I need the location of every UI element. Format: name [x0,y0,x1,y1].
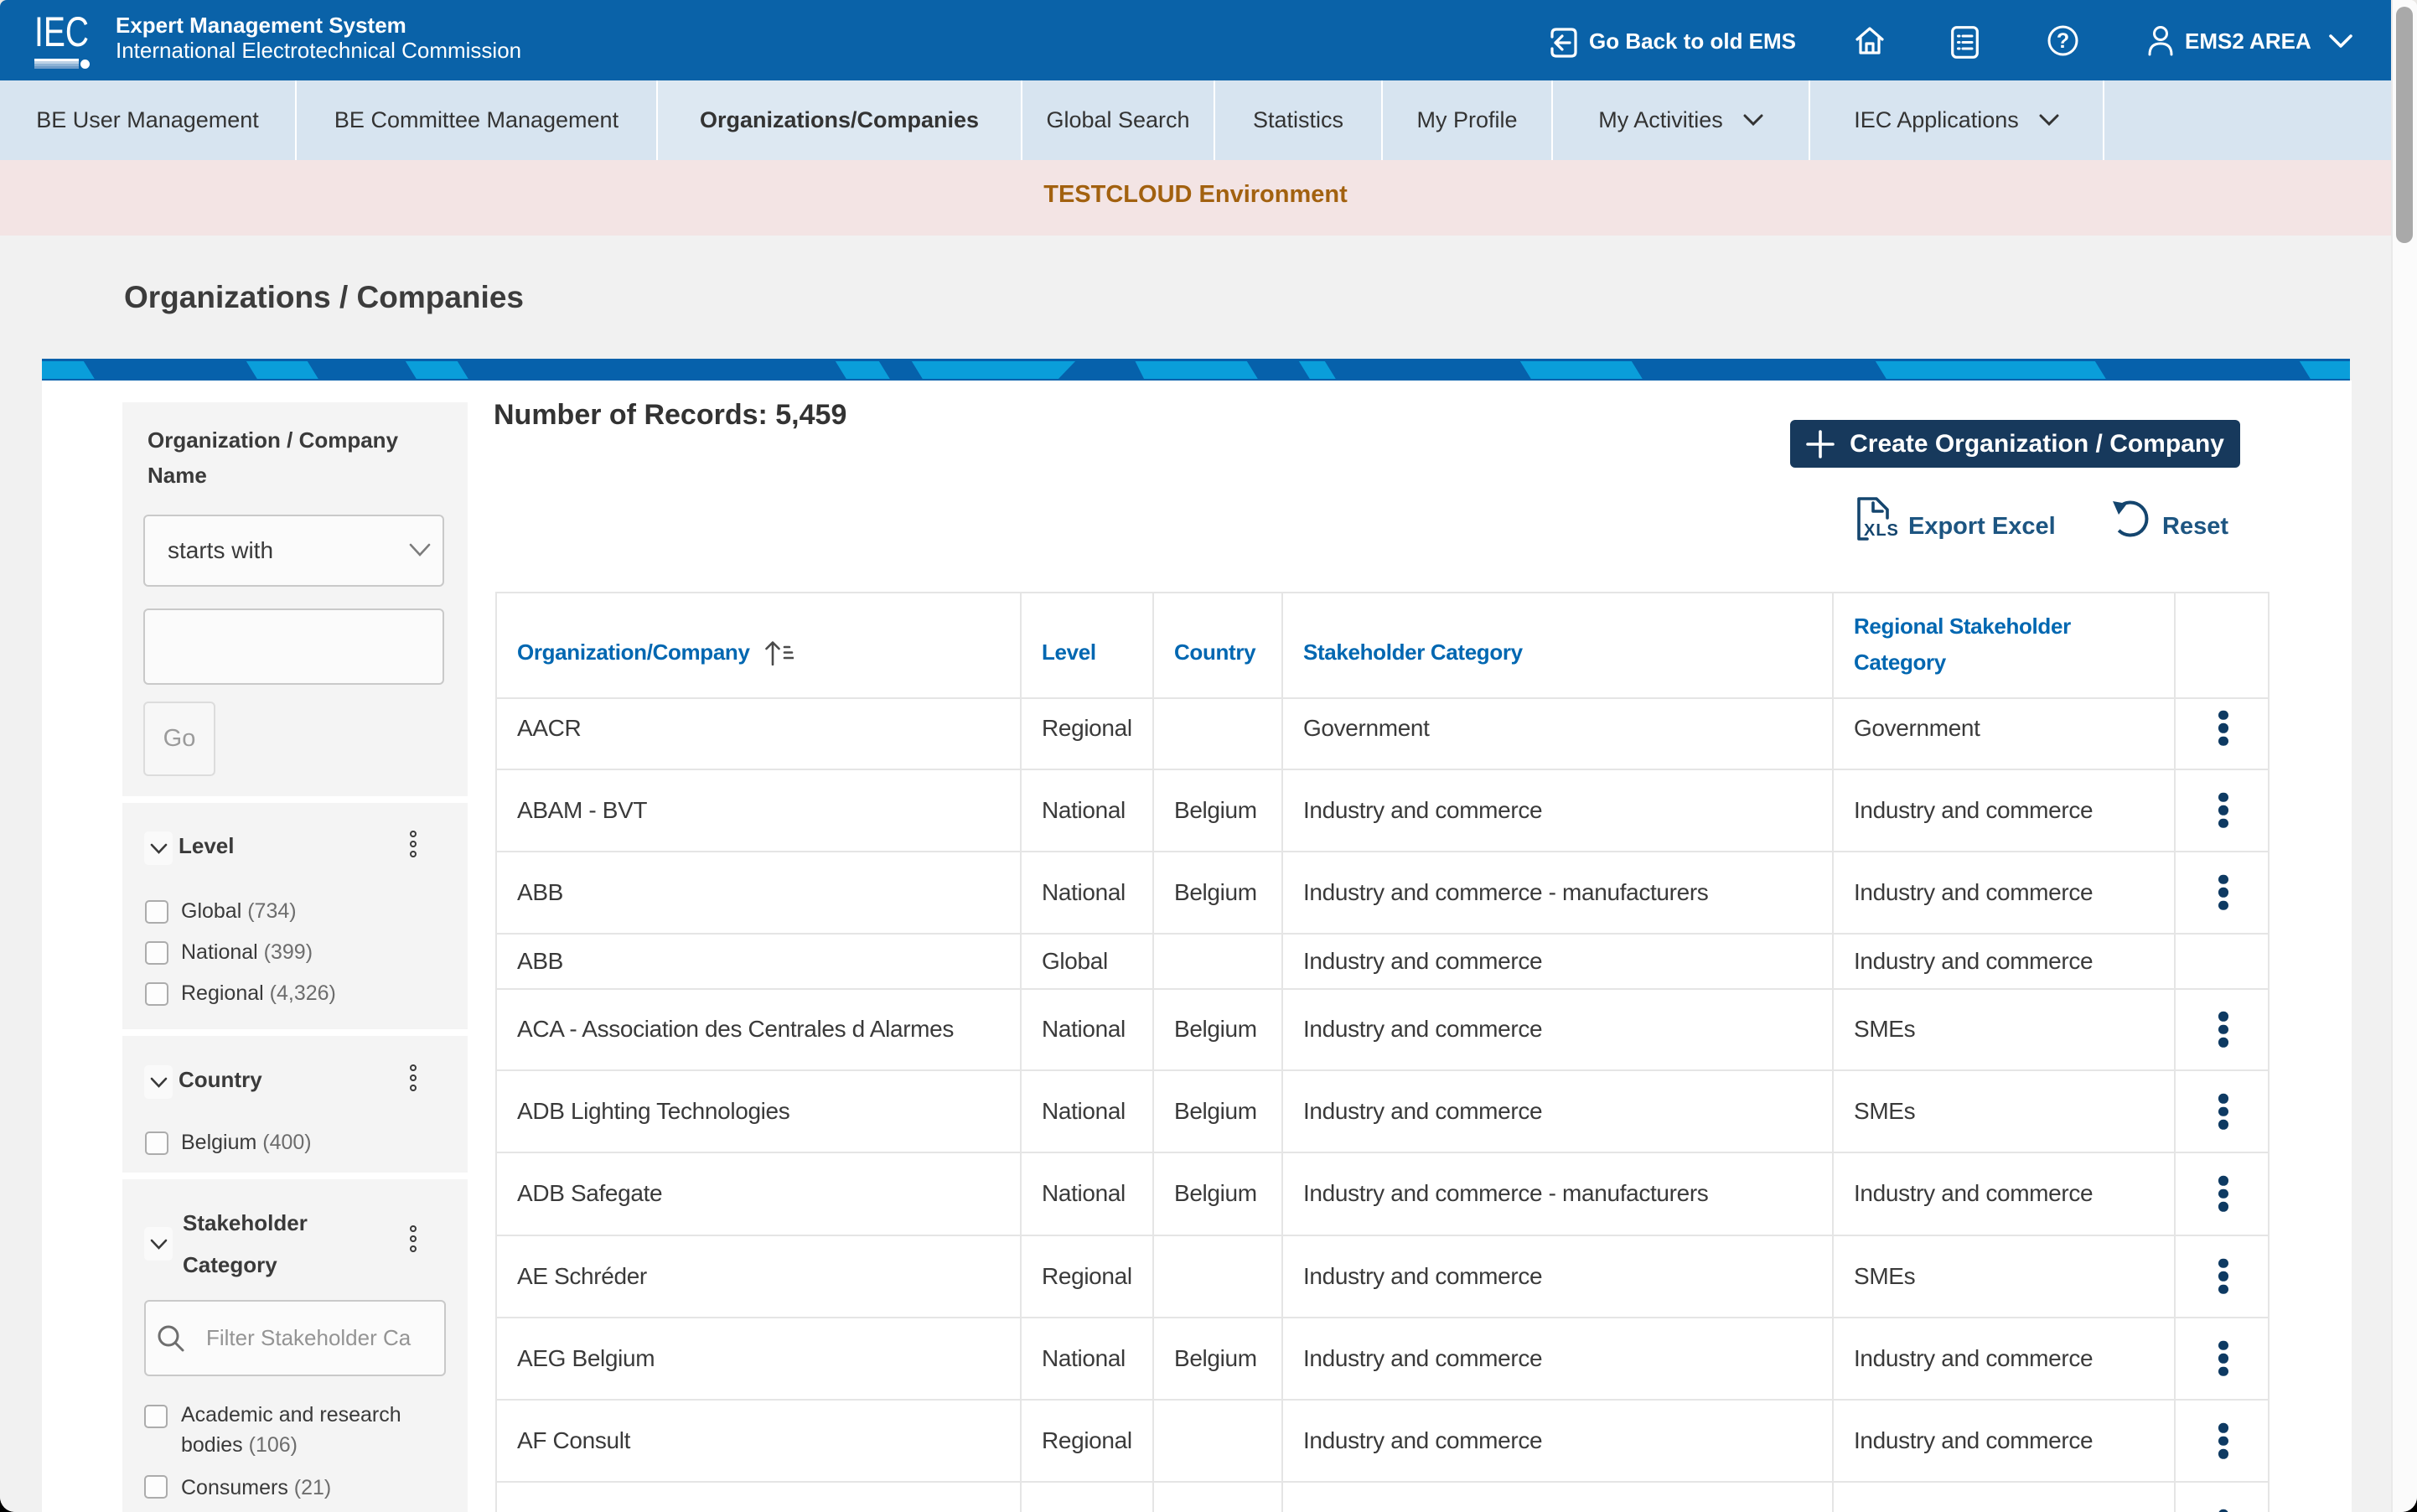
svg-text:XLS: XLS [1864,521,1899,540]
svg-text:?: ? [2057,29,2069,53]
